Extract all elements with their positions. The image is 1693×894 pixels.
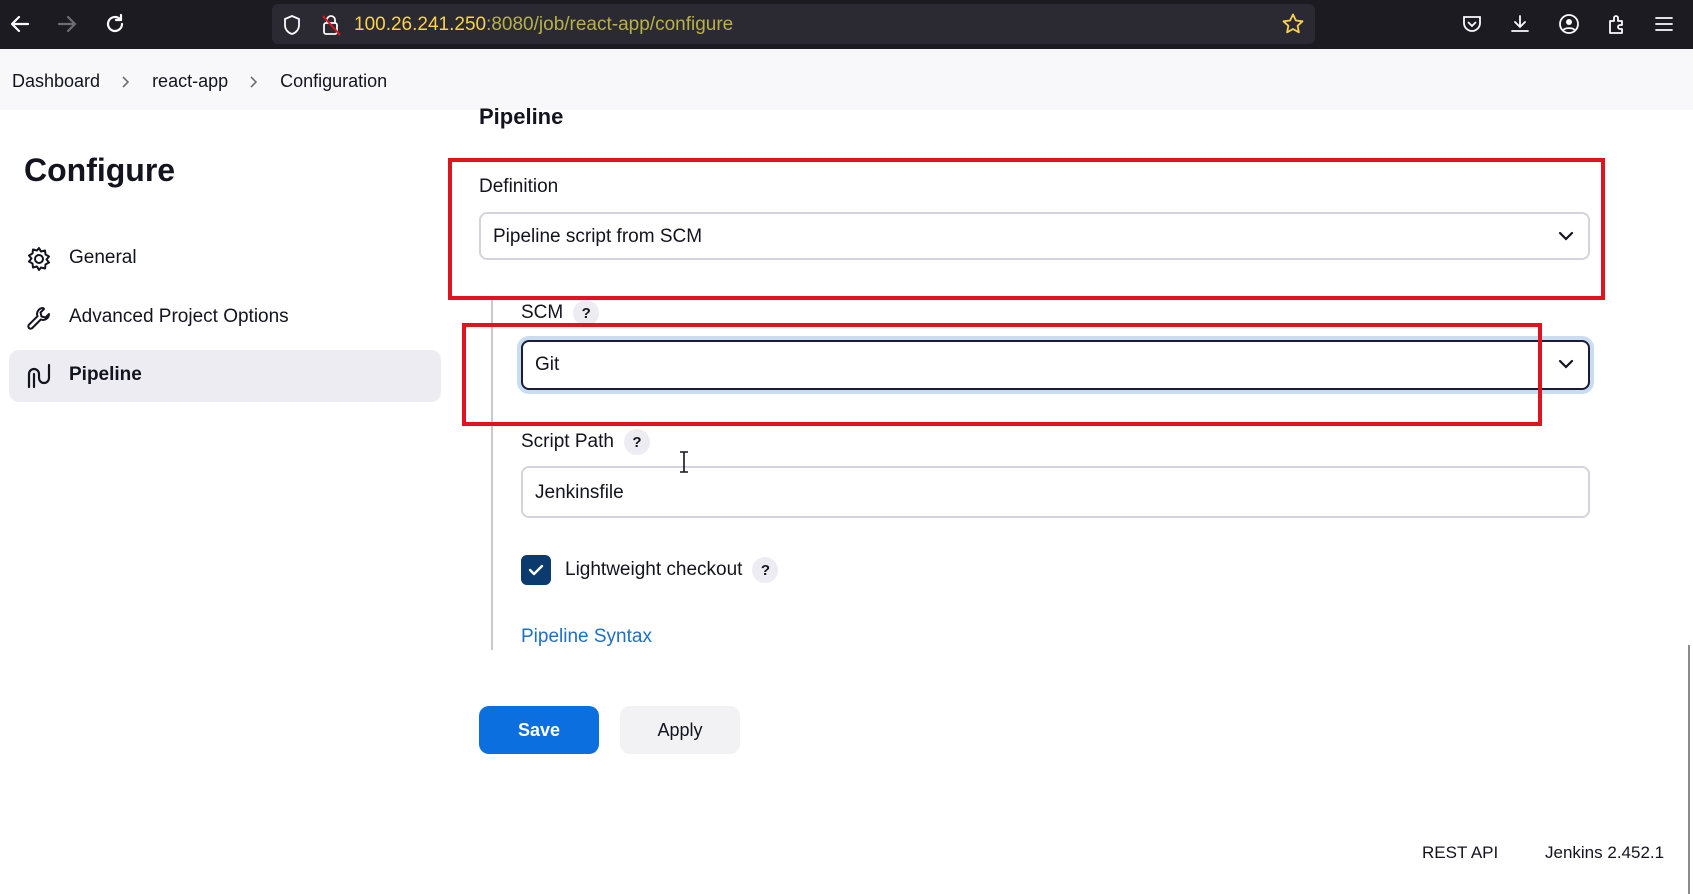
extensions-icon[interactable]	[1603, 10, 1631, 38]
breadcrumb: Dashboard react-app Configuration	[12, 71, 387, 92]
breadcrumb-bar: Dashboard react-app Configuration	[0, 49, 1693, 110]
back-icon[interactable]	[6, 10, 34, 38]
insecure-lock-icon[interactable]	[320, 13, 342, 42]
script-path-value: Jenkinsfile	[535, 482, 624, 503]
forward-icon[interactable]	[53, 10, 81, 38]
breadcrumb-configuration[interactable]: Configuration	[280, 71, 387, 92]
sidebar-item-general[interactable]: General	[9, 233, 441, 285]
url-bar[interactable]: 100.26.241.250:8080/job/react-app/config…	[272, 4, 1315, 44]
chevron-right-icon	[248, 75, 260, 89]
breadcrumb-dashboard[interactable]: Dashboard	[12, 71, 100, 92]
checkmark-icon	[528, 564, 544, 576]
annotation-box-scm	[462, 323, 1542, 426]
chevron-down-icon	[1556, 354, 1576, 380]
jenkins-version-link[interactable]: Jenkins 2.452.1	[1545, 843, 1664, 863]
scrollbar[interactable]	[1688, 645, 1690, 894]
wrench-icon	[25, 304, 53, 332]
download-icon[interactable]	[1506, 10, 1534, 38]
breadcrumb-react-app[interactable]: react-app	[152, 71, 228, 92]
script-path-label: Script Path?	[521, 429, 650, 455]
sidebar-title: Configure	[24, 152, 176, 188]
sidebar-item-label: Pipeline	[69, 364, 142, 385]
text-cursor-icon	[678, 450, 690, 479]
rest-api-link[interactable]: REST API	[1422, 843, 1498, 863]
reload-icon[interactable]	[101, 10, 129, 38]
sidebar-item-advanced-project-options[interactable]: Advanced Project Options	[9, 292, 441, 344]
pipeline-syntax-link[interactable]: Pipeline Syntax	[521, 626, 652, 648]
bookmark-star-icon[interactable]	[1281, 12, 1305, 41]
url-text: 100.26.241.250:8080/job/react-app/config…	[354, 14, 734, 35]
account-icon[interactable]	[1555, 10, 1583, 38]
annotation-box-definition	[448, 158, 1605, 300]
save-button[interactable]: Save	[479, 706, 599, 754]
lightweight-checkout-checkbox[interactable]	[521, 555, 551, 585]
lightweight-checkout-help-icon[interactable]: ?	[752, 557, 779, 583]
shield-icon[interactable]	[282, 14, 302, 41]
pipeline-icon	[25, 362, 53, 390]
sidebar-item-pipeline[interactable]: Pipeline	[9, 350, 441, 402]
browser-toolbar: 100.26.241.250:8080/job/react-app/config…	[0, 0, 1693, 49]
script-path-help-icon[interactable]: ?	[623, 429, 650, 455]
chevron-right-icon	[120, 75, 132, 89]
sidebar-item-label: General	[69, 247, 137, 268]
menu-icon[interactable]	[1650, 10, 1678, 38]
gear-icon	[25, 245, 53, 273]
pocket-icon[interactable]	[1458, 10, 1486, 38]
apply-button[interactable]: Apply	[620, 706, 740, 754]
lightweight-checkout-label: Lightweight checkout?	[565, 557, 779, 583]
section-title: Pipeline	[479, 104, 564, 129]
sidebar-item-label: Advanced Project Options	[69, 306, 289, 327]
